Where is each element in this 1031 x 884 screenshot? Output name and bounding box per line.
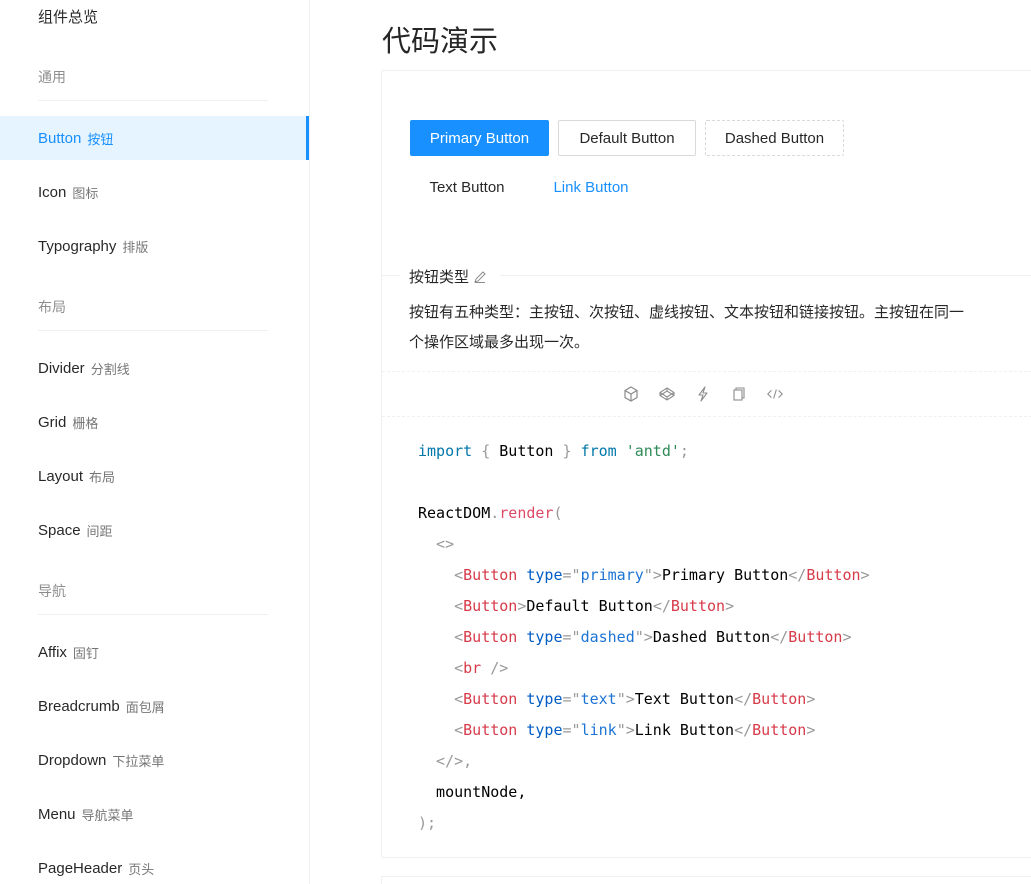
code-line: mountNode, <box>418 783 527 801</box>
sidebar-item-breadcrumb[interactable]: Breadcrumb 面包屑 <box>0 684 309 728</box>
codepen-icon[interactable] <box>658 385 676 403</box>
dashed-button[interactable]: Dashed Button <box>705 120 844 156</box>
thunderbolt-icon[interactable] <box>694 385 712 403</box>
meta-divider-right <box>500 275 1031 276</box>
demo-title-text: 按钮类型 <box>409 269 470 286</box>
code-expand-icon[interactable] <box>766 385 784 403</box>
sidebar-item-label: Affix <box>38 643 67 661</box>
group-title-navigation: 导航 <box>38 583 66 599</box>
sidebar-item-label: Space <box>38 521 81 539</box>
code-line: <Button type="text">Text Button</Button> <box>454 690 816 708</box>
sidebar-item-divider[interactable]: Divider 分割线 <box>0 346 309 390</box>
sidebar-item-label: Icon <box>38 183 67 201</box>
group-divider <box>38 614 268 615</box>
next-demo-card <box>381 876 1031 884</box>
text-button[interactable]: Text Button <box>410 169 524 205</box>
sidebar-item-menu[interactable]: Menu 导航菜单 <box>0 792 309 836</box>
sidebar-item-pageheader[interactable]: PageHeader 页头 <box>0 846 309 884</box>
demo-meta-title: 按钮类型 <box>409 266 487 287</box>
description-line: 个操作区域最多出现一次。 <box>409 334 590 351</box>
sidebar-item-sublabel: 页头 <box>128 861 155 877</box>
sidebar-item-icon[interactable]: Icon 图标 <box>0 170 309 214</box>
sidebar-item-label: Menu <box>38 805 76 823</box>
code-line: ); <box>418 814 437 832</box>
page-title: 代码演示 <box>382 26 499 58</box>
meta-divider-left <box>382 275 400 276</box>
sidebar-item-label: PageHeader <box>38 859 123 877</box>
code-line: <br /> <box>454 659 509 677</box>
demo-description: 按钮有五种类型：主按钮、次按钮、虚线按钮、文本按钮和链接按钮。主按钮在同一 个操… <box>409 298 1009 358</box>
sidebar-item-sublabel: 固钉 <box>72 645 99 661</box>
sidebar-item-sublabel: 导航菜单 <box>81 807 134 823</box>
description-line: 按钮有五种类型：主按钮、次按钮、虚线按钮、文本按钮和链接按钮。主按钮在同一 <box>409 304 965 321</box>
sidebar-item-sublabel: 面包屑 <box>125 699 165 715</box>
code-block: import { Button } from 'antd'; ReactDOM.… <box>418 438 870 841</box>
edit-icon[interactable] <box>473 270 487 284</box>
sidebar-item-sublabel: 间距 <box>86 523 113 539</box>
sidebar-item-label: Divider <box>38 359 85 377</box>
sidebar-item-label: Typography <box>38 237 117 255</box>
sidebar-item-label: Button <box>38 129 82 147</box>
code-line: <Button type="link">Link Button</Button> <box>454 721 816 739</box>
sidebar-item-button[interactable]: Button 按钮 <box>0 116 309 160</box>
sidebar-item-typography[interactable]: Typography 排版 <box>0 224 309 268</box>
sidebar-item-sublabel: 下拉菜单 <box>112 753 165 769</box>
sidebar-item-sublabel: 按钮 <box>87 131 114 147</box>
sidebar-item-sublabel: 图标 <box>72 185 99 201</box>
sidebar-item-sublabel: 栅格 <box>72 415 99 431</box>
code-line: </>, <box>418 752 473 770</box>
code-divider <box>382 416 1031 417</box>
primary-button[interactable]: Primary Button <box>410 120 549 156</box>
group-title-layout: 布局 <box>38 299 66 315</box>
group-divider <box>38 100 268 101</box>
sidebar-item-label: Dropdown <box>38 751 107 769</box>
group-divider <box>38 330 268 331</box>
sidebar-item-grid[interactable]: Grid 栅格 <box>0 400 309 444</box>
sidebar-item-sublabel: 布局 <box>89 469 116 485</box>
sidebar: 组件总览 通用 Button 按钮 Icon 图标 Typography 排版 布局 … <box>0 0 310 884</box>
sidebar-item-overview[interactable]: 组件总览 <box>38 6 98 27</box>
code-line: <> <box>418 535 455 553</box>
code-line: import { Button } from 'antd'; <box>418 442 689 460</box>
sidebar-item-affix[interactable]: Affix 固钉 <box>0 630 309 674</box>
default-button[interactable]: Default Button <box>558 120 696 156</box>
link-button[interactable]: Link Button <box>533 169 649 205</box>
code-line: <Button>Default Button</Button> <box>454 597 735 615</box>
codesandbox-icon[interactable] <box>622 385 640 403</box>
sidebar-item-space[interactable]: Space 间距 <box>0 508 309 552</box>
sidebar-item-sublabel: 分割线 <box>90 361 130 377</box>
actions-divider-top <box>382 371 1031 372</box>
sidebar-item-sublabel: 排版 <box>122 239 149 255</box>
code-actions <box>622 383 784 405</box>
code-line: <Button type="dashed">Dashed Button</But… <box>454 628 852 646</box>
sidebar-item-label: Breadcrumb <box>38 697 120 715</box>
group-title-general: 通用 <box>38 69 66 85</box>
sidebar-item-dropdown[interactable]: Dropdown 下拉菜单 <box>0 738 309 782</box>
sidebar-item-layout[interactable]: Layout 布局 <box>0 454 309 498</box>
sidebar-item-label: Layout <box>38 467 84 485</box>
sidebar-item-label: Grid <box>38 413 67 431</box>
copy-icon[interactable] <box>730 385 748 403</box>
code-line: <Button type="primary">Primary Button</B… <box>454 566 870 584</box>
code-line: ReactDOM.render( <box>418 504 563 522</box>
